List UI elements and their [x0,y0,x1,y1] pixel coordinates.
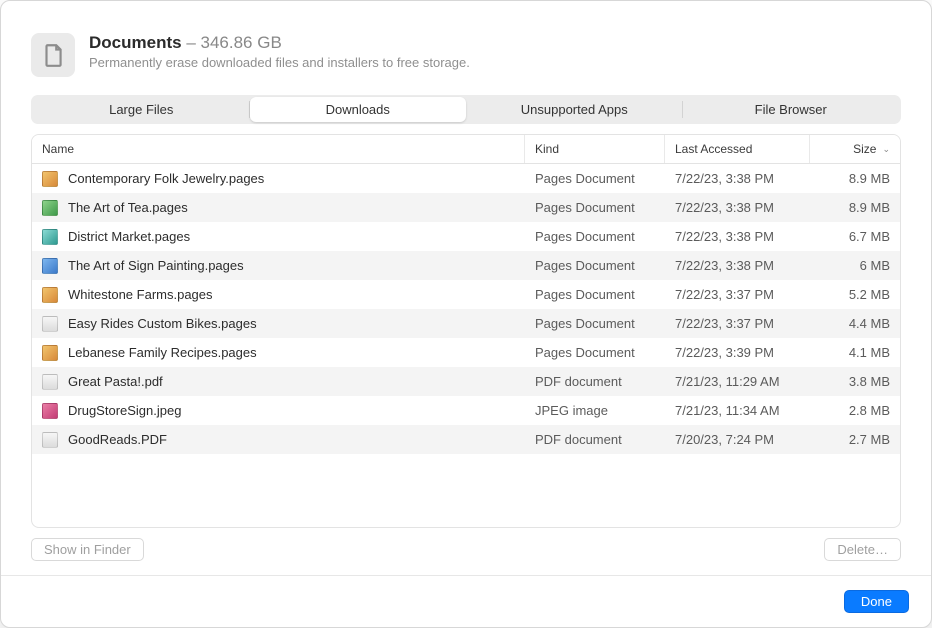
done-button[interactable]: Done [844,590,909,613]
file-icon [42,374,58,390]
tab-unsupported-apps[interactable]: Unsupported Apps [466,97,683,122]
cell-name: Easy Rides Custom Bikes.pages [32,316,525,332]
file-name: Lebanese Family Recipes.pages [68,345,257,360]
segmented-control: Large FilesDownloadsUnsupported AppsFile… [31,95,901,124]
header: Documents – 346.86 GB Permanently erase … [1,1,931,95]
file-name: The Art of Sign Painting.pages [68,258,244,273]
cell-last-accessed: 7/20/23, 7:24 PM [665,432,810,447]
cell-kind: Pages Document [525,171,665,186]
file-name: DrugStoreSign.jpeg [68,403,181,418]
page-title: Documents – 346.86 GB [89,33,470,53]
cell-last-accessed: 7/22/23, 3:38 PM [665,229,810,244]
cell-size: 5.2 MB [810,287,900,302]
cell-last-accessed: 7/21/23, 11:29 AM [665,374,810,389]
table-body[interactable]: Contemporary Folk Jewelry.pages Pages Doc… [32,164,900,527]
column-header-last-accessed[interactable]: Last Accessed [665,135,810,163]
cell-size: 2.7 MB [810,432,900,447]
table-row[interactable]: DrugStoreSign.jpeg JPEG image7/21/23, 11:… [32,396,900,425]
column-header-name[interactable]: Name [32,135,525,163]
table-header: Name Kind Last Accessed Size ⌄ [32,135,900,164]
cell-kind: JPEG image [525,403,665,418]
footer: Done [1,575,931,627]
file-name: Contemporary Folk Jewelry.pages [68,171,264,186]
storage-documents-window: Documents – 346.86 GB Permanently erase … [0,0,932,628]
file-icon [42,200,58,216]
tabs-container: Large FilesDownloadsUnsupported AppsFile… [1,95,931,124]
column-header-kind[interactable]: Kind [525,135,665,163]
file-name: Great Pasta!.pdf [68,374,163,389]
file-table: Name Kind Last Accessed Size ⌄ Contempor… [31,134,901,528]
column-header-size[interactable]: Size ⌄ [810,135,900,163]
cell-name: The Art of Sign Painting.pages [32,258,525,274]
tab-downloads[interactable]: Downloads [250,97,467,122]
cell-size: 4.1 MB [810,345,900,360]
cell-size: 3.8 MB [810,374,900,389]
file-icon [42,229,58,245]
cell-size: 6 MB [810,258,900,273]
cell-last-accessed: 7/22/23, 3:37 PM [665,287,810,302]
cell-size: 2.8 MB [810,403,900,418]
show-in-finder-button[interactable]: Show in Finder [31,538,144,561]
table-row[interactable]: Lebanese Family Recipes.pages Pages Docum… [32,338,900,367]
header-text: Documents – 346.86 GB Permanently erase … [89,33,470,70]
cell-kind: Pages Document [525,287,665,302]
file-name: The Art of Tea.pages [68,200,188,215]
table-actions: Show in Finder Delete… [1,528,931,561]
cell-kind: PDF document [525,432,665,447]
cell-kind: PDF document [525,374,665,389]
file-icon [42,432,58,448]
cell-name: The Art of Tea.pages [32,200,525,216]
cell-size: 8.9 MB [810,171,900,186]
tab-file-browser[interactable]: File Browser [683,97,900,122]
cell-last-accessed: 7/22/23, 3:38 PM [665,200,810,215]
title-label: Documents [89,33,182,52]
file-name: Easy Rides Custom Bikes.pages [68,316,257,331]
file-icon [42,316,58,332]
file-name: Whitestone Farms.pages [68,287,213,302]
table-row[interactable]: Great Pasta!.pdf PDF document7/21/23, 11:… [32,367,900,396]
table-row[interactable]: Contemporary Folk Jewelry.pages Pages Doc… [32,164,900,193]
delete-button[interactable]: Delete… [824,538,901,561]
file-icon [42,403,58,419]
table-row[interactable]: Whitestone Farms.pages Pages Document7/22… [32,280,900,309]
cell-kind: Pages Document [525,229,665,244]
table-row[interactable]: District Market.pages Pages Document7/22/… [32,222,900,251]
table-row[interactable]: Easy Rides Custom Bikes.pages Pages Docum… [32,309,900,338]
table-row[interactable]: The Art of Tea.pages Pages Document7/22/2… [32,193,900,222]
cell-last-accessed: 7/22/23, 3:38 PM [665,171,810,186]
cell-name: Whitestone Farms.pages [32,287,525,303]
table-row[interactable]: GoodReads.PDF PDF document7/20/23, 7:24 P… [32,425,900,454]
file-name: District Market.pages [68,229,190,244]
table-row[interactable]: The Art of Sign Painting.pages Pages Docu… [32,251,900,280]
cell-size: 4.4 MB [810,316,900,331]
cell-name: District Market.pages [32,229,525,245]
cell-last-accessed: 7/22/23, 3:37 PM [665,316,810,331]
cell-kind: Pages Document [525,258,665,273]
cell-kind: Pages Document [525,316,665,331]
chevron-down-icon: ⌄ [882,144,890,155]
tab-large-files[interactable]: Large Files [33,97,250,122]
cell-last-accessed: 7/22/23, 3:38 PM [665,258,810,273]
page-subtitle: Permanently erase downloaded files and i… [89,55,470,70]
cell-kind: Pages Document [525,345,665,360]
file-icon [42,345,58,361]
file-icon [42,287,58,303]
cell-size: 6.7 MB [810,229,900,244]
cell-name: GoodReads.PDF [32,432,525,448]
cell-last-accessed: 7/21/23, 11:34 AM [665,403,810,418]
cell-last-accessed: 7/22/23, 3:39 PM [665,345,810,360]
cell-kind: Pages Document [525,200,665,215]
title-size: – 346.86 GB [186,33,281,52]
documents-icon [31,33,75,77]
cell-name: Great Pasta!.pdf [32,374,525,390]
cell-name: Contemporary Folk Jewelry.pages [32,171,525,187]
cell-name: Lebanese Family Recipes.pages [32,345,525,361]
file-icon [42,258,58,274]
file-icon [42,171,58,187]
cell-name: DrugStoreSign.jpeg [32,403,525,419]
file-name: GoodReads.PDF [68,432,167,447]
cell-size: 8.9 MB [810,200,900,215]
